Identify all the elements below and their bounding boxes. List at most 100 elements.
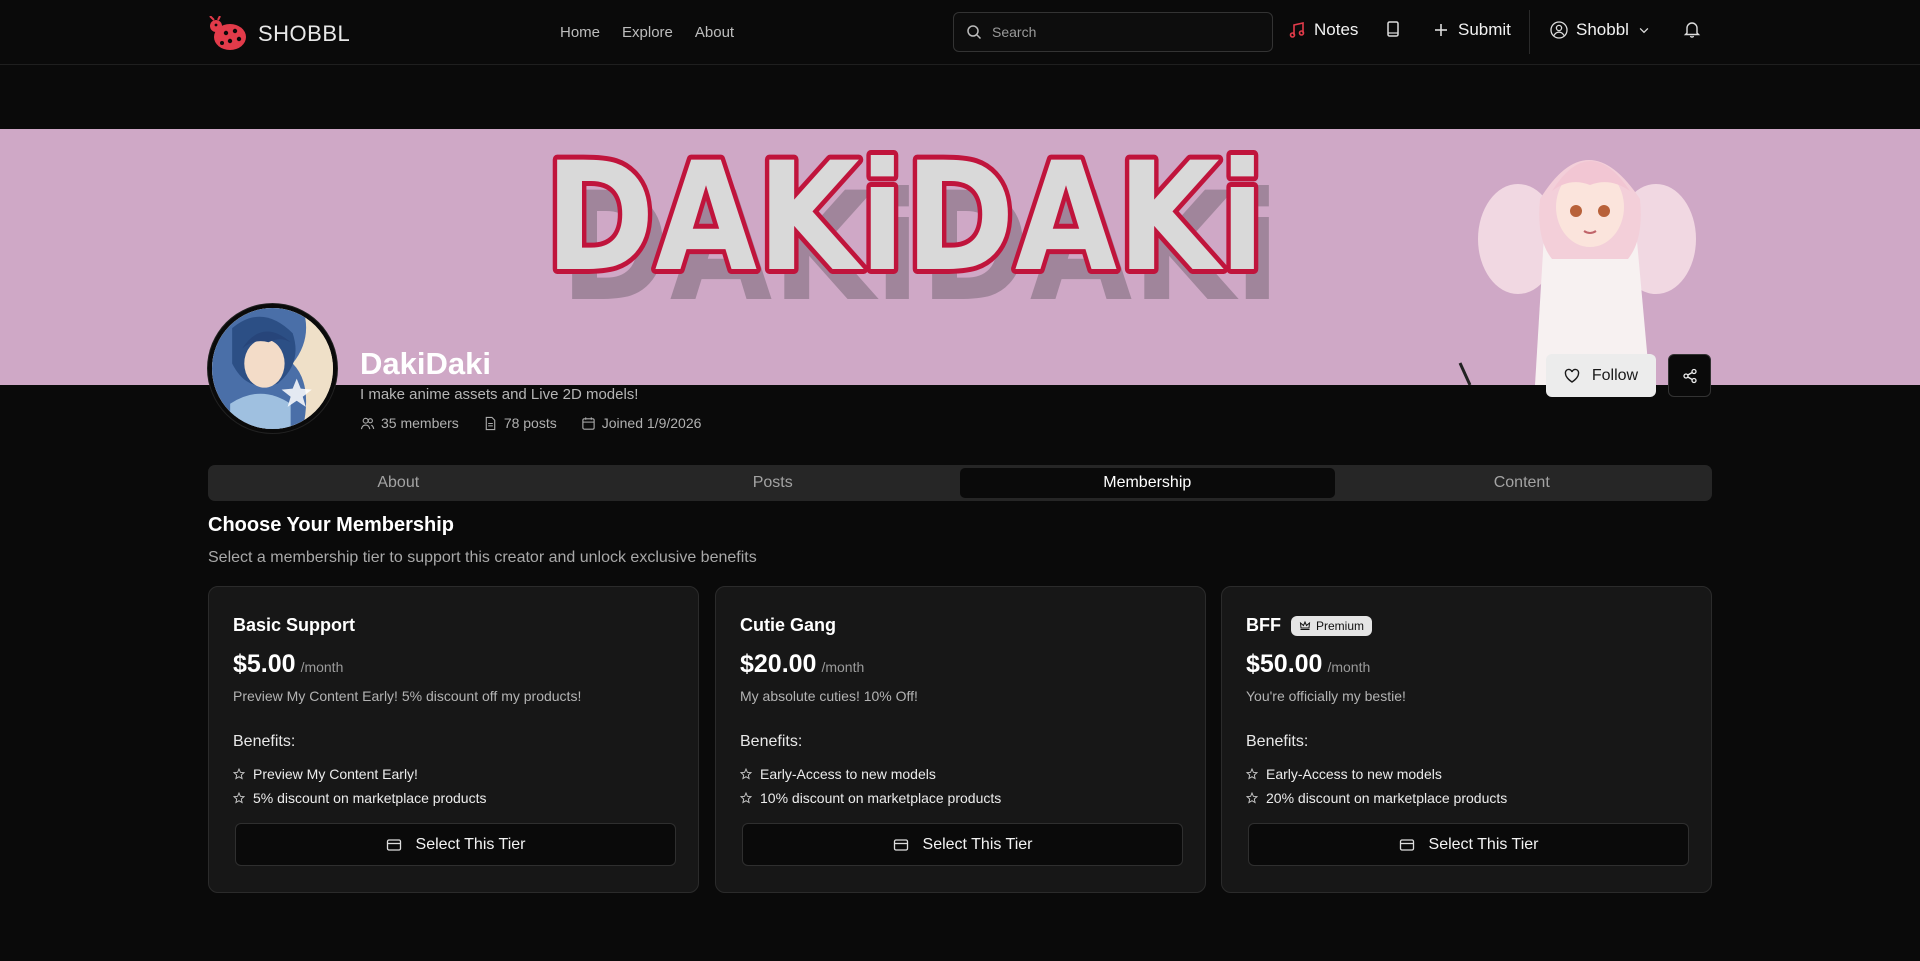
user-menu-button[interactable]: Shobbl xyxy=(1550,20,1651,40)
user-icon xyxy=(1550,21,1568,39)
star-outline-icon xyxy=(740,792,752,804)
heart-icon xyxy=(1564,368,1580,383)
benefit-item: Preview My Content Early! xyxy=(233,762,486,786)
select-tier-button[interactable]: Select This Tier xyxy=(235,823,676,866)
tier-name: Basic Support xyxy=(233,615,355,636)
tier-price: $5.00 /month xyxy=(233,650,343,679)
tier-card-bff: BFF Premium $50.00 /month You're officia… xyxy=(1221,586,1712,893)
star-outline-icon xyxy=(740,768,752,780)
notes-label: Notes xyxy=(1314,20,1359,39)
tier-price-amount: $20.00 xyxy=(740,650,817,678)
nav-about-link[interactable]: About xyxy=(695,24,734,41)
tier-price: $50.00 /month xyxy=(1246,650,1370,679)
tier-name-text: Cutie Gang xyxy=(740,615,837,635)
credit-card-icon xyxy=(386,838,401,851)
logo-text: SHOBBL xyxy=(258,21,351,46)
benefits-list: Early-Access to new models 20% discount … xyxy=(1246,762,1507,810)
star-outline-icon xyxy=(1246,768,1258,780)
star-outline-icon xyxy=(233,768,245,780)
posts-count: 78 posts xyxy=(503,415,557,431)
premium-badge: Premium xyxy=(1291,615,1373,636)
avatar-illustration xyxy=(212,308,333,429)
search-box[interactable] xyxy=(953,12,1273,52)
tier-name-text: BFF xyxy=(1246,615,1281,635)
joined-date: Joined 1/9/2026 xyxy=(601,415,702,431)
benefit-text: 10% discount on marketplace products xyxy=(760,790,1002,806)
library-button[interactable] xyxy=(1384,20,1402,38)
calendar-icon xyxy=(582,416,595,430)
select-tier-button[interactable]: Select This Tier xyxy=(1248,823,1689,866)
search-input[interactable] xyxy=(992,24,1252,40)
benefits-heading: Benefits: xyxy=(233,733,296,750)
benefit-item: Early-Access to new models xyxy=(1246,762,1507,786)
tier-description: You're officially my bestie! xyxy=(1246,688,1406,704)
benefits-heading: Benefits: xyxy=(740,733,803,750)
tier-price-amount: $5.00 xyxy=(233,650,296,678)
tier-price: $20.00 /month xyxy=(740,650,864,679)
crown-icon xyxy=(1299,620,1311,630)
chevron-down-icon xyxy=(1639,28,1649,34)
tier-card-basic-support: Basic Support $5.00 /month Preview My Co… xyxy=(208,586,699,893)
search-icon xyxy=(967,25,982,40)
benefit-item: 5% discount on marketplace products xyxy=(233,786,486,810)
select-tier-button[interactable]: Select This Tier xyxy=(742,823,1183,866)
benefits-heading: Benefits: xyxy=(1246,733,1309,750)
members-stat: 35 members xyxy=(360,415,459,431)
tier-description: My absolute cuties! 10% Off! xyxy=(740,688,918,704)
profile-tabs: About Posts Membership Content xyxy=(208,465,1712,501)
benefits-list: Early-Access to new models 10% discount … xyxy=(740,762,1001,810)
star-outline-icon xyxy=(1246,792,1258,804)
members-count: 35 members xyxy=(381,415,459,431)
logo[interactable]: SHOBBL xyxy=(208,16,350,52)
tier-price-period: /month xyxy=(821,659,865,675)
nav-explore-link[interactable]: Explore xyxy=(622,24,673,41)
profile-stats: 35 members 78 posts Joined 1/9/2026 xyxy=(360,415,701,431)
tier-description: Preview My Content Early! 5% discount of… xyxy=(233,688,582,704)
benefit-item: 10% discount on marketplace products xyxy=(740,786,1001,810)
credit-card-icon xyxy=(893,838,908,851)
tier-card-cutie-gang: Cutie Gang $20.00 /month My absolute cut… xyxy=(715,586,1206,893)
benefit-text: 20% discount on marketplace products xyxy=(1266,790,1508,806)
star-outline-icon xyxy=(233,792,245,804)
profile-avatar[interactable] xyxy=(208,304,337,433)
bell-icon xyxy=(1683,22,1701,38)
select-tier-label: Select This Tier xyxy=(922,835,1033,853)
follow-button[interactable]: Follow xyxy=(1546,354,1656,397)
banner-title: DAKiDAKi xyxy=(545,131,1265,305)
profile-name: DakiDaki xyxy=(360,346,491,381)
benefit-text: Early-Access to new models xyxy=(760,766,936,782)
tab-content[interactable]: Content xyxy=(1335,468,1710,498)
nav-home-link[interactable]: Home xyxy=(560,24,600,41)
select-tier-label: Select This Tier xyxy=(415,835,526,853)
benefit-text: Early-Access to new models xyxy=(1266,766,1442,782)
notifications-button[interactable] xyxy=(1683,20,1701,38)
header-divider xyxy=(1529,10,1530,54)
user-name-label: Shobbl xyxy=(1576,20,1629,39)
submit-button[interactable]: Submit xyxy=(1432,20,1511,40)
premium-badge-label: Premium xyxy=(1316,618,1365,633)
document-icon xyxy=(485,416,496,430)
benefit-text: 5% discount on marketplace products xyxy=(253,790,487,806)
benefits-list: Preview My Content Early! 5% discount on… xyxy=(233,762,486,810)
credit-card-icon xyxy=(1399,838,1414,851)
tab-membership[interactable]: Membership xyxy=(960,468,1335,498)
tier-name-text: Basic Support xyxy=(233,615,356,635)
book-icon xyxy=(1387,21,1399,37)
share-button[interactable] xyxy=(1668,354,1711,397)
membership-subtitle: Select a membership tier to support this… xyxy=(208,549,757,566)
follow-label: Follow xyxy=(1591,366,1639,384)
plus-icon xyxy=(1435,24,1447,36)
main-nav: Home Explore About xyxy=(560,24,734,41)
benefit-text: Preview My Content Early! xyxy=(253,766,418,782)
membership-title: Choose Your Membership xyxy=(208,514,454,536)
users-icon xyxy=(360,417,375,429)
joined-stat: Joined 1/9/2026 xyxy=(581,415,702,431)
music-note-icon xyxy=(1289,22,1305,38)
tab-posts[interactable]: Posts xyxy=(586,468,961,498)
tier-price-period: /month xyxy=(300,659,344,675)
tier-price-period: /month xyxy=(1327,659,1371,675)
share-icon xyxy=(1682,368,1697,383)
notes-button[interactable]: Notes xyxy=(1288,20,1358,40)
tab-about[interactable]: About xyxy=(211,468,586,498)
profile-bio: I make anime assets and Live 2D models! xyxy=(360,386,639,403)
